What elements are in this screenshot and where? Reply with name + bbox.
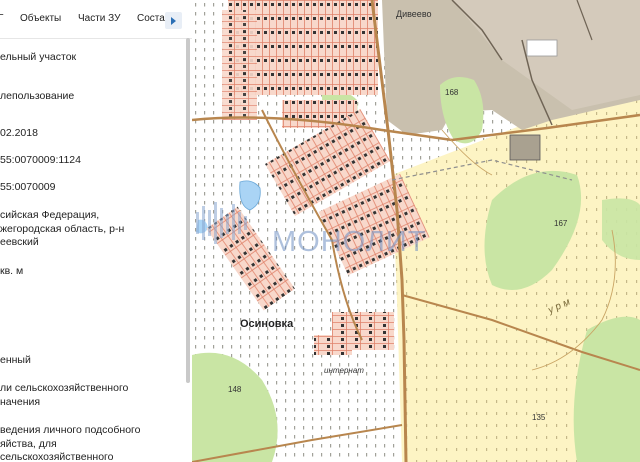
elevation-label: 148 xyxy=(228,385,242,394)
elevation-label: 135 xyxy=(532,413,546,422)
land-category-value: ли сельскохозяйственного начения xyxy=(0,382,129,408)
label-diveevo: Дивеево xyxy=(396,9,432,19)
permitted-use-value: ведения личного подсобного яйства, для с… xyxy=(0,424,141,462)
map-canvas: Дивеево 168 167 148 135 Осиновка интерна… xyxy=(192,0,640,462)
info-panel: Г Объекты Части ЗУ Соста ельный участок … xyxy=(0,0,192,462)
tab-composition[interactable]: Соста xyxy=(137,13,165,24)
tab-partial[interactable]: Г xyxy=(0,13,3,24)
land-use-value: лепользование xyxy=(0,90,75,102)
panel-scrollbar[interactable] xyxy=(186,38,190,383)
tab-parts[interactable]: Части ЗУ xyxy=(78,13,120,24)
elevation-label: 167 xyxy=(554,219,568,228)
label-internat: интернат xyxy=(324,366,364,375)
date-value: 02.2018 xyxy=(0,127,38,139)
elevation-label: 168 xyxy=(445,88,459,97)
tab-bar: Г Объекты Части ЗУ Соста xyxy=(0,0,192,39)
label-osinovka: Осиновка xyxy=(240,318,294,330)
tab-objects[interactable]: Объекты xyxy=(20,13,61,24)
cadastral-number-value: 55:0070009:1124 xyxy=(0,154,81,166)
address-value: сийская Федерация, жегородская область, … xyxy=(0,209,125,248)
cadastral-block-value: 55:0070009 xyxy=(0,181,56,193)
svg-text:МОНОЛИТ: МОНОЛИТ xyxy=(272,226,426,258)
area-value: кв. м xyxy=(0,265,24,277)
tabs-scroll-right-button[interactable] xyxy=(165,12,182,29)
map-view[interactable]: Дивеево 168 167 148 135 Осиновка интерна… xyxy=(192,0,640,462)
category-value: ельный участок xyxy=(0,51,77,63)
status-value: енный xyxy=(0,354,31,366)
